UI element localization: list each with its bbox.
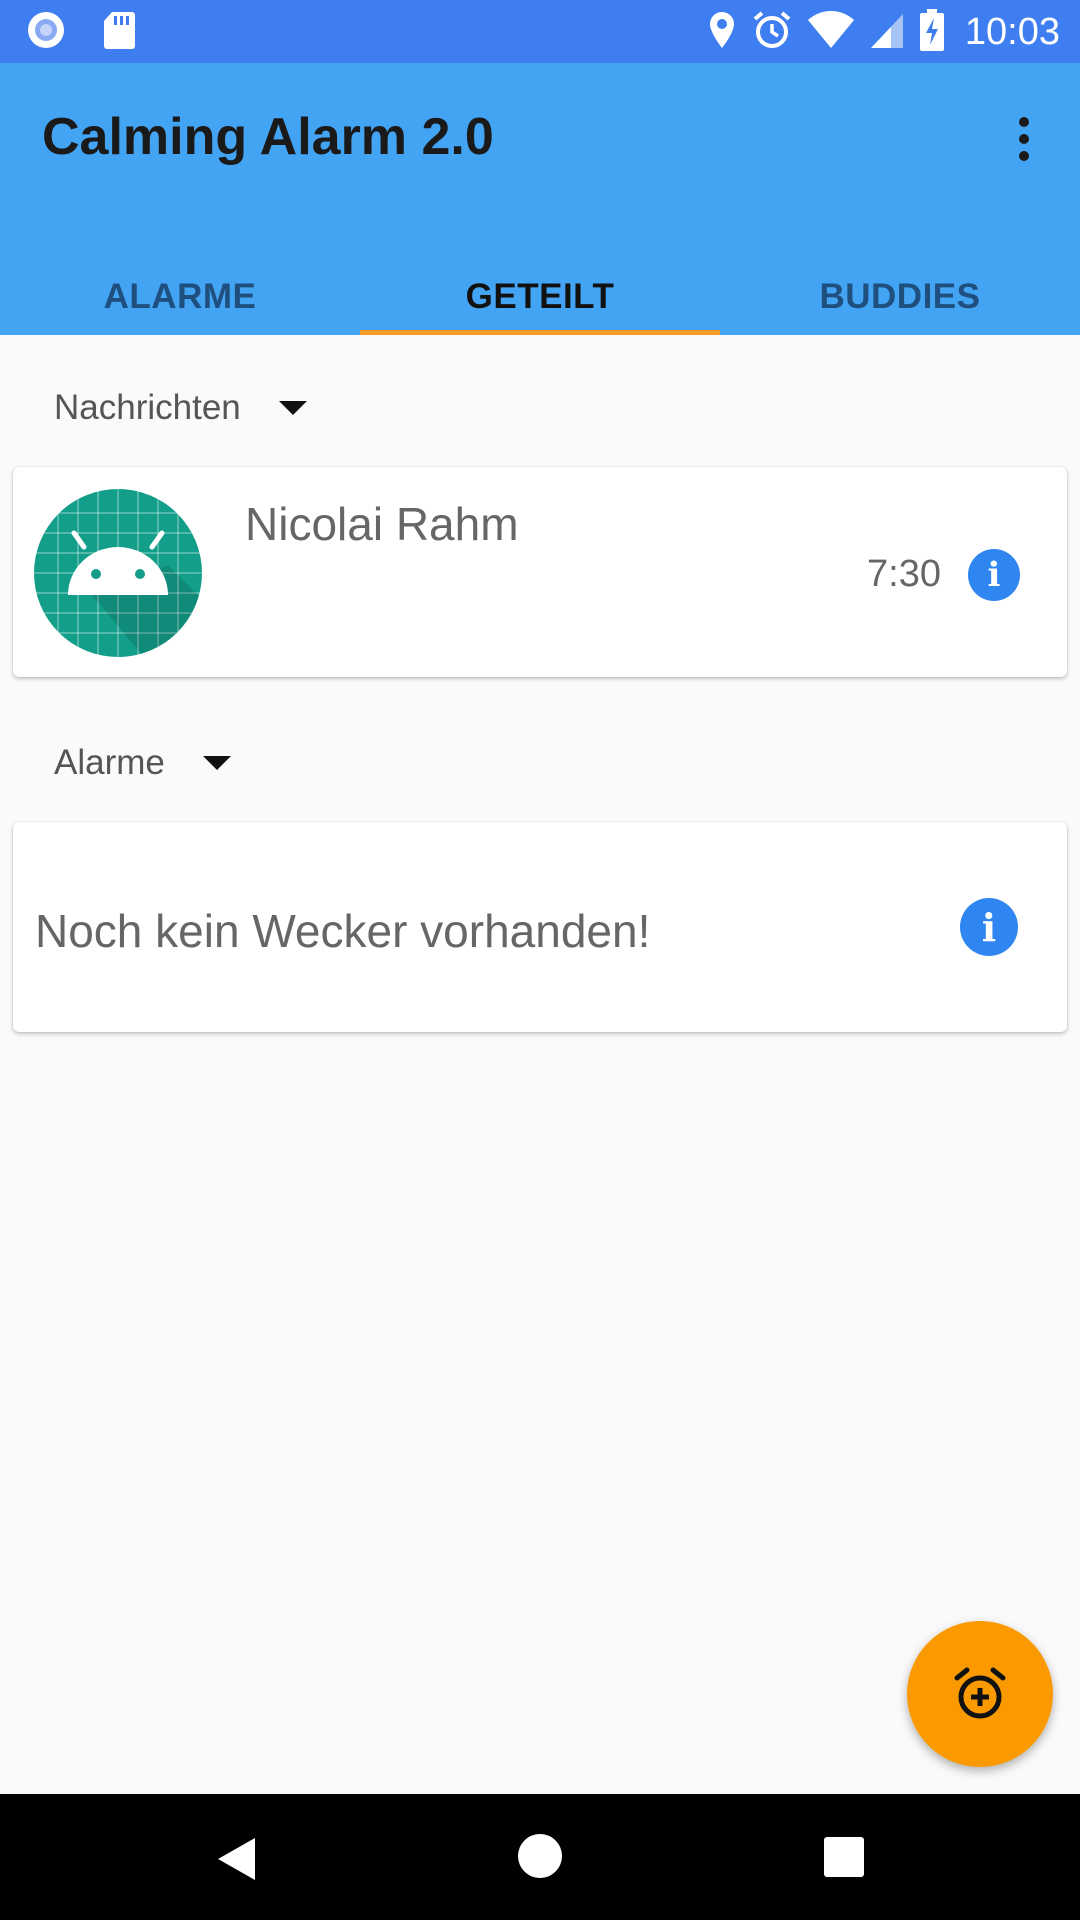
alarm-add-icon — [954, 1667, 1006, 1719]
buddy-name: Nicolai Rahm — [245, 498, 519, 550]
more-options-button[interactable] — [992, 107, 1056, 171]
tab-geteilt[interactable]: GETEILT — [360, 271, 720, 335]
avatar — [34, 489, 202, 657]
info-button[interactable]: i — [960, 898, 1018, 956]
caret-down-icon — [202, 756, 231, 770]
back-icon — [218, 1838, 255, 1880]
tab-bar: ALARME GETEILT BUDDIES — [0, 271, 1080, 335]
add-alarm-button[interactable] — [907, 1621, 1053, 1767]
record-icon — [26, 10, 66, 55]
status-bar: 10:03 — [0, 0, 1080, 63]
info-icon: i — [987, 555, 1001, 595]
clock: 10:03 — [964, 11, 1060, 53]
alarms-dropdown[interactable]: Alarme — [54, 743, 231, 783]
empty-alarms-message: Noch kein Wecker vorhanden! — [35, 905, 651, 957]
info-button[interactable]: i — [968, 549, 1020, 601]
tab-alarme[interactable]: ALARME — [0, 271, 360, 335]
back-button[interactable] — [215, 1836, 257, 1887]
android-icon — [34, 489, 202, 657]
app-bar: Calming Alarm 2.0 ALARME GETEILT BUDDIES — [0, 63, 1080, 335]
alarm-card[interactable]: Noch kein Wecker vorhanden! i — [13, 822, 1067, 1032]
alarm-icon — [751, 9, 793, 56]
messages-section-title: Nachrichten — [54, 388, 241, 427]
navigation-bar — [0, 1794, 1080, 1920]
recents-button[interactable] — [824, 1837, 864, 1877]
location-icon — [707, 10, 737, 55]
caret-down-icon — [278, 401, 307, 415]
tab-buddies[interactable]: BUDDIES — [720, 271, 1080, 335]
message-card[interactable]: Nicolai Rahm 7:30 i — [13, 467, 1067, 677]
signal-icon — [869, 10, 905, 55]
home-button[interactable] — [518, 1834, 562, 1878]
battery-charging-icon — [919, 8, 945, 57]
alarms-section-title: Alarme — [54, 743, 165, 782]
wifi-icon — [807, 10, 855, 55]
app-title: Calming Alarm 2.0 — [42, 108, 494, 166]
more-vert-icon — [1019, 117, 1029, 161]
sd-card-icon — [102, 10, 136, 55]
messages-dropdown[interactable]: Nachrichten — [54, 388, 307, 428]
info-icon: i — [981, 904, 997, 950]
alarm-time: 7:30 — [867, 553, 941, 595]
